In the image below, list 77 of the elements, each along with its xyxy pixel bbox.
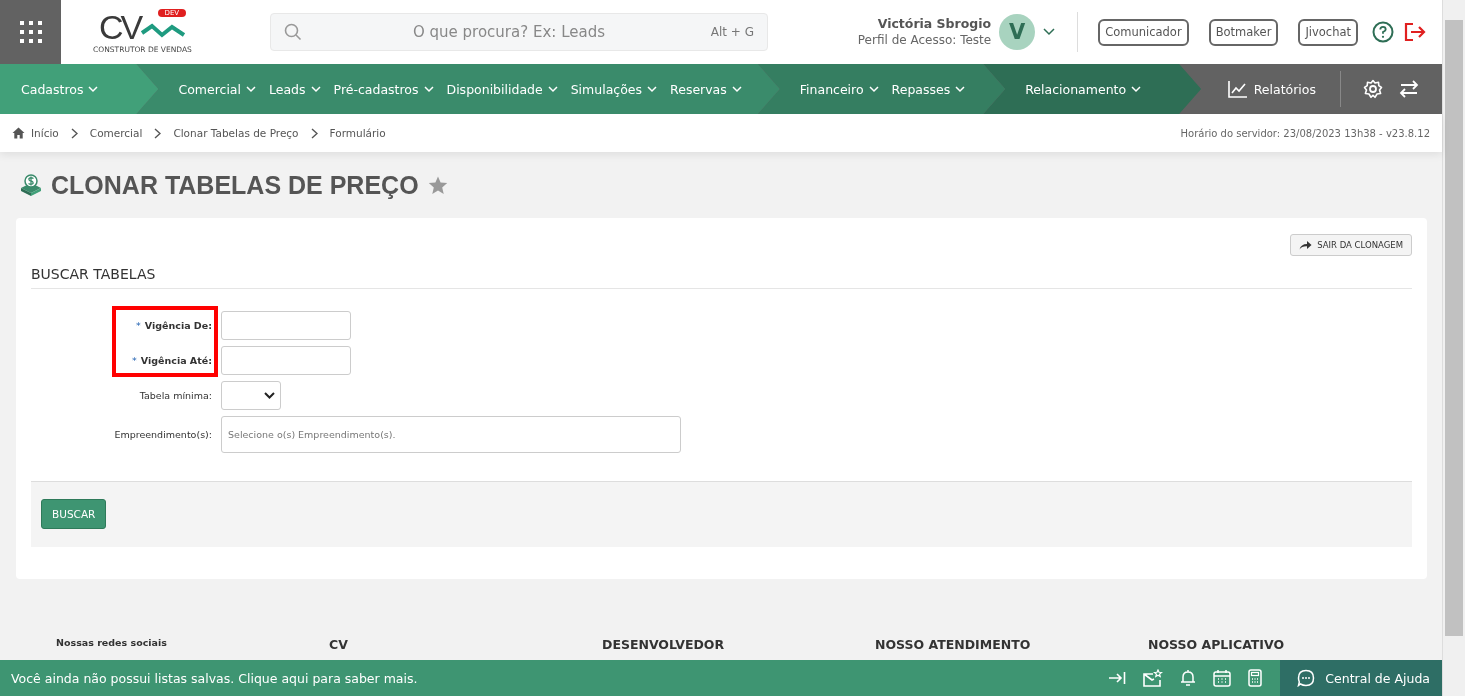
collapse-arrow-icon[interactable] [1108, 671, 1127, 685]
apps-menu-button[interactable] [0, 0, 61, 64]
chevron-down-icon [868, 85, 879, 93]
bell-icon[interactable] [1180, 669, 1197, 687]
chevron-right-icon [154, 127, 162, 139]
chevron-down-icon[interactable] [1043, 28, 1056, 36]
calculator-icon[interactable] [1248, 669, 1263, 687]
logo-letters: CV [98, 10, 141, 43]
search-button[interactable]: BUSCAR [41, 499, 107, 529]
breadcrumb-link[interactable]: Início [31, 127, 59, 139]
scrollbar[interactable] [1442, 0, 1465, 696]
multiselect-field[interactable]: Selecione o(s) Empreendimento(s). [221, 416, 681, 453]
field-label: Tabela mínima: [138, 390, 212, 401]
mail-star-icon[interactable] [1143, 669, 1164, 687]
help-center-button[interactable]: Central de Ajuda [1280, 660, 1442, 696]
settings-icon[interactable] [1363, 79, 1383, 99]
integration-button[interactable]: Jivochat [1298, 18, 1358, 46]
chevron-down-icon [423, 85, 434, 93]
nav-menu-item[interactable]: Pré-cadastros [333, 81, 434, 97]
chevron-down-icon [547, 85, 558, 93]
chevron-down-icon [310, 85, 321, 93]
breadcrumb-link[interactable]: Comercial [89, 127, 143, 139]
help-icon[interactable] [1372, 21, 1394, 43]
footer-heading: CV [329, 637, 349, 652]
grid-icon [18, 20, 43, 44]
user-profile: Perfil de Acesso: Teste [857, 32, 992, 48]
search-icon [284, 23, 302, 41]
user-name: Victória Sbrogio [877, 16, 992, 32]
nav-menu-item[interactable]: Financeiro [799, 81, 879, 97]
chevron-down-icon [955, 85, 966, 93]
chevron-right-icon [310, 127, 318, 139]
integration-button[interactable]: Comunicador [1098, 18, 1189, 46]
chevron-down-icon [647, 85, 658, 93]
shortcut-hint: Alt + G [710, 25, 754, 39]
nav-menu-item[interactable]: Comercial [178, 81, 256, 97]
reports-link[interactable]: Relatórios [1253, 81, 1316, 97]
field-label: Empreendimento(s): [113, 429, 212, 440]
footer-heading: NOSSO APLICATIVO [1148, 637, 1286, 652]
chevron-down-icon [246, 85, 256, 93]
dropdown-field[interactable] [221, 381, 281, 410]
footer-heading: Nossas redes sociais [56, 637, 168, 650]
footer-heading: DESENVOLVEDOR [602, 637, 726, 652]
nav-menu-item[interactable]: Relacionamento [1025, 81, 1142, 97]
breadcrumb-link[interactable]: Clonar Tabelas de Preço [173, 127, 299, 139]
date-input-field[interactable] [221, 311, 351, 340]
chevron-down-icon [731, 85, 742, 93]
server-time: Horário do servidor: 23/08/2023 13h38 - v23.8.12 [1180, 127, 1430, 139]
nav-menu-item[interactable]: Disponibilidade [446, 81, 558, 97]
section-title: BUSCAR TABELAS [31, 266, 1412, 289]
line-chart-icon [1227, 80, 1248, 98]
footer-heading: NOSSO ATENDIMENTO [875, 637, 1032, 652]
saved-lists-message[interactable]: Você ainda não possui listas salvas. Clique aqui para saber mais. [0, 670, 418, 686]
swap-arrows-icon[interactable] [1399, 80, 1419, 98]
chevron-down-icon [88, 85, 99, 93]
logout-icon[interactable] [1404, 22, 1426, 42]
star-icon[interactable] [427, 175, 448, 195]
integration-button[interactable]: Botmaker [1208, 18, 1279, 46]
nav-menu-item[interactable]: Leads [269, 81, 321, 97]
field-label: * Vigência Até: [131, 355, 212, 366]
calendar-icon[interactable] [1213, 669, 1232, 687]
page-title: CLONAR TABELAS DE PREÇO [51, 170, 419, 200]
share-arrow-icon [1299, 240, 1313, 250]
nav-menu-item[interactable]: Repasses [891, 81, 966, 97]
chevron-right-icon [70, 127, 78, 139]
money-stack-icon [20, 174, 42, 196]
nav-menu-item[interactable]: Cadastros [21, 81, 99, 97]
chevron-down-icon [1131, 85, 1142, 93]
user-avatar[interactable]: V [999, 14, 1036, 50]
date-input-field[interactable] [221, 346, 351, 375]
nav-menu-item[interactable]: Simulações [570, 81, 658, 97]
field-label: * Vigência De: [135, 320, 212, 331]
breadcrumb-link[interactable]: Formulário [329, 127, 386, 139]
chat-bubble-icon [1297, 669, 1316, 687]
chevron-down-icon [264, 392, 275, 399]
home-icon [12, 127, 25, 139]
exit-cloning-button[interactable]: SAIR DA CLONAGEM [1290, 234, 1412, 256]
nav-menu-item[interactable]: Reservas [670, 81, 742, 97]
